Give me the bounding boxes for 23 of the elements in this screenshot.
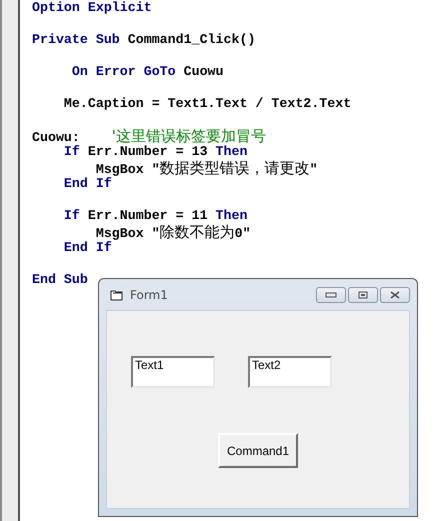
maximize-icon — [358, 290, 368, 298]
minimize-icon — [325, 292, 337, 298]
minimize-button[interactable] — [316, 286, 346, 302]
text-field[interactable]: Text1 — [131, 356, 215, 388]
code-line: If Err.Number = 11 Then — [62, 208, 248, 223]
window-title: Form1 — [130, 288, 169, 302]
code-line: MsgBox "数据类型错误，请更改" — [94, 162, 318, 177]
code-line: Me.Caption = Text1.Text / Text2.Text — [62, 96, 352, 111]
code-line: End If — [62, 176, 112, 191]
code-line: If Err.Number = 13 Then — [62, 144, 248, 159]
code-line: MsgBox "除数不能为0" — [94, 226, 251, 241]
code-line: On Error GoTo Cuowu — [70, 64, 224, 79]
code-line: Private Sub Command1_Click() — [32, 32, 256, 47]
text-field[interactable]: Text2 — [248, 356, 332, 388]
close-icon — [390, 290, 400, 298]
command-button[interactable]: Command1 — [218, 433, 298, 468]
maximize-button[interactable] — [348, 286, 378, 302]
code-line: Cuowu: '这里错误标签要加冒号 — [32, 130, 266, 145]
code-line: Option Explicit — [32, 0, 152, 15]
code-line: End If — [62, 240, 112, 255]
close-button[interactable] — [380, 286, 410, 302]
form-icon — [110, 288, 124, 300]
code-line: End Sub — [32, 272, 88, 287]
